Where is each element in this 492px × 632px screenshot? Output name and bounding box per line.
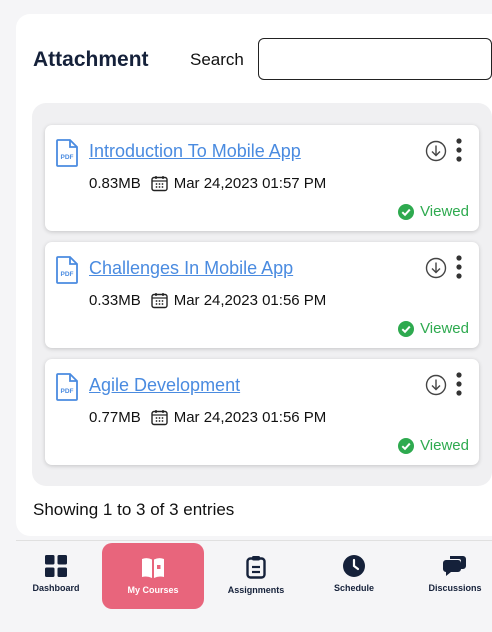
check-circle-icon (398, 437, 415, 454)
tab-label: Discussions (428, 583, 482, 593)
attachment-card: PDF Challenges In Mobile App 0.33MB Mar … (45, 242, 479, 348)
tab-my-courses[interactable]: My Courses (102, 543, 204, 609)
download-icon[interactable] (425, 374, 447, 396)
file-size: 0.77MB (89, 409, 141, 426)
attachment-meta: 0.83MB Mar 24,2023 01:57 PM (89, 175, 326, 192)
svg-text:PDF: PDF (61, 271, 74, 278)
svg-text:PDF: PDF (61, 154, 74, 161)
tab-label: My Courses (127, 585, 179, 595)
svg-text:PDF: PDF (61, 388, 74, 395)
viewed-status: Viewed (398, 437, 469, 454)
clipboard-icon (246, 556, 266, 579)
viewed-status: Viewed (398, 203, 469, 220)
status-text: Viewed (420, 320, 469, 337)
download-icon[interactable] (425, 257, 447, 279)
search-label: Search (190, 50, 244, 69)
search-input[interactable] (258, 38, 492, 80)
attachment-link[interactable]: Challenges In Mobile App (89, 258, 293, 279)
viewed-status: Viewed (398, 320, 469, 337)
file-size: 0.83MB (89, 175, 141, 192)
more-options-icon[interactable] (455, 137, 463, 163)
file-size: 0.33MB (89, 292, 141, 309)
tab-schedule[interactable]: Schedule (312, 541, 396, 611)
entries-count: Showing 1 to 3 of 3 entries (33, 500, 235, 519)
attachment-card: PDF Agile Development 0.77MB Mar 24,2023… (45, 359, 479, 465)
attachment-meta: 0.77MB Mar 24,2023 01:56 PM (89, 409, 326, 426)
pdf-file-icon: PDF (56, 256, 78, 284)
book-icon (142, 558, 164, 578)
download-icon[interactable] (425, 140, 447, 162)
check-circle-icon (398, 203, 415, 220)
pdf-file-icon: PDF (56, 373, 78, 401)
tab-label: Assignments (227, 585, 285, 595)
attachment-link[interactable]: Agile Development (89, 375, 240, 396)
clock-icon (343, 555, 365, 577)
upload-date: Mar 24,2023 01:56 PM (173, 409, 327, 426)
status-text: Viewed (420, 203, 469, 220)
grid-icon (45, 555, 67, 577)
tab-label: Schedule (333, 583, 374, 593)
calendar-icon (151, 293, 168, 309)
bottom-tab-bar: Dashboard My Courses Assignments Schedul… (16, 540, 492, 632)
tab-discussions[interactable]: Discussions (414, 541, 492, 611)
status-text: Viewed (420, 437, 469, 454)
attachment-panel: Attachment Search PDF Introduction To Mo… (16, 14, 492, 536)
page-title: Attachment (33, 48, 149, 71)
more-options-icon[interactable] (455, 254, 463, 280)
attachment-meta: 0.33MB Mar 24,2023 01:56 PM (89, 292, 326, 309)
chat-bubbles-icon (443, 556, 466, 576)
pdf-file-icon: PDF (56, 139, 78, 167)
calendar-icon (151, 176, 168, 192)
check-circle-icon (398, 320, 415, 337)
attachment-list: PDF Introduction To Mobile App 0.83MB Ma… (32, 103, 492, 486)
upload-date: Mar 24,2023 01:56 PM (173, 292, 327, 309)
attachment-card: PDF Introduction To Mobile App 0.83MB Ma… (45, 125, 479, 231)
tab-label: Dashboard (32, 583, 80, 593)
tab-dashboard[interactable]: Dashboard (16, 541, 96, 611)
more-options-icon[interactable] (455, 371, 463, 397)
tab-assignments[interactable]: Assignments (214, 541, 298, 611)
calendar-icon (151, 410, 168, 426)
upload-date: Mar 24,2023 01:57 PM (173, 175, 327, 192)
attachment-link[interactable]: Introduction To Mobile App (89, 141, 301, 162)
